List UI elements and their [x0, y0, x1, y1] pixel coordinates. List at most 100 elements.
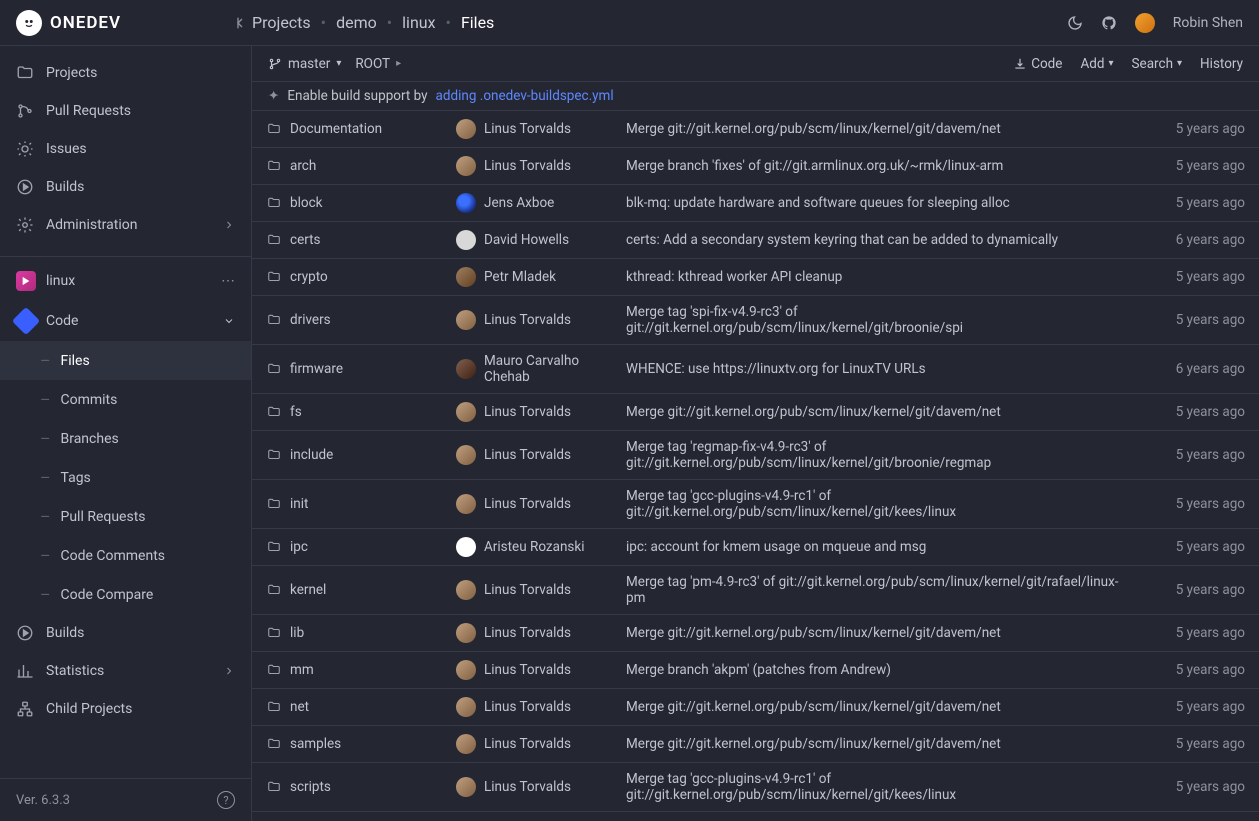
commit-message-link[interactable]: Merge git://git.kernel.org/pub/scm/linux… — [626, 625, 1001, 641]
sidebar-item-pull-requests[interactable]: Pull Requests — [0, 92, 251, 130]
table-row: drivers Linus Torvalds Merge tag 'spi-fi… — [252, 296, 1259, 345]
sidebar-toggle-icon[interactable] — [228, 11, 252, 35]
commit-message-link[interactable]: Merge tag 'gcc-plugins-v4.9-rc1' of git:… — [626, 488, 956, 520]
gear-icon — [16, 216, 34, 234]
author-link[interactable]: Linus Torvalds — [456, 119, 598, 139]
commit-time: 5 years ago — [1149, 566, 1259, 615]
user-avatar[interactable] — [1135, 13, 1155, 33]
sidebar-item-code-comments[interactable]: – Code Comments — [0, 536, 251, 575]
github-icon[interactable] — [1101, 15, 1117, 31]
sidebar-item-builds[interactable]: Builds — [0, 168, 251, 206]
folder-link[interactable]: fs — [266, 404, 428, 420]
brand-text[interactable]: ONEDEV — [50, 13, 121, 33]
commit-message-link[interactable]: Merge tag 'pm-4.9-rc3' of git://git.kern… — [626, 574, 1119, 606]
commit-message-link[interactable]: blk-mq: update hardware and software que… — [626, 195, 1010, 211]
history-button[interactable]: History — [1200, 56, 1243, 72]
author-link[interactable]: Jens Axboe — [456, 193, 598, 213]
sidebar-item-commits[interactable]: – Commits — [0, 380, 251, 419]
sidebar-project-header[interactable]: linux ⋯ — [0, 261, 251, 301]
commit-message-link[interactable]: Merge tag 'gcc-plugins-v4.9-rc1' of git:… — [626, 771, 956, 803]
commit-message-link[interactable]: kthread: kthread worker API cleanup — [626, 269, 842, 285]
sidebar-item-issues[interactable]: Issues — [0, 130, 251, 168]
author-link[interactable]: Linus Torvalds — [456, 697, 598, 717]
folder-link[interactable]: mm — [266, 662, 428, 678]
author-link[interactable]: Linus Torvalds — [456, 580, 598, 600]
topbar: ONEDEV Projects • demo • linux • Files R… — [0, 0, 1259, 46]
author-link[interactable]: Linus Torvalds — [456, 777, 598, 797]
sidebar-code-header[interactable]: Code — [0, 301, 251, 341]
author-link[interactable]: Linus Torvalds — [456, 445, 598, 465]
download-icon — [1013, 57, 1027, 71]
sidebar-item-builds[interactable]: Builds — [0, 614, 251, 652]
help-icon[interactable]: ? — [217, 791, 235, 809]
commit-message-link[interactable]: Merge git://git.kernel.org/pub/scm/linux… — [626, 404, 1001, 420]
folder-icon — [266, 700, 282, 714]
avatar — [456, 193, 476, 213]
brand-logo[interactable] — [16, 10, 42, 36]
author-link[interactable]: Linus Torvalds — [456, 402, 598, 422]
folder-link[interactable]: drivers — [266, 312, 428, 328]
add-buildspec-link[interactable]: adding .onedev-buildspec.yml — [436, 88, 614, 104]
folder-link[interactable]: kernel — [266, 582, 428, 598]
commit-message-link[interactable]: Merge git://git.kernel.org/pub/scm/linux… — [626, 121, 1001, 137]
commit-message-link[interactable]: Merge branch 'akpm' (patches from Andrew… — [626, 662, 891, 678]
sidebar-item-files[interactable]: – Files — [0, 341, 251, 380]
author-link[interactable]: Linus Torvalds — [456, 310, 598, 330]
breadcrumb-linux[interactable]: linux — [402, 13, 435, 32]
chevron-down-icon: ▾ — [1109, 58, 1114, 69]
commit-message-link[interactable]: Merge tag 'spi-fix-v4.9-rc3' of git://gi… — [626, 304, 963, 336]
project-more-icon[interactable]: ⋯ — [221, 273, 235, 289]
avatar — [456, 445, 476, 465]
path-root[interactable]: ROOT ▸ — [355, 56, 401, 72]
folder-link[interactable]: certs — [266, 232, 428, 248]
folder-link[interactable]: lib — [266, 625, 428, 641]
theme-toggle-icon[interactable] — [1067, 15, 1083, 31]
author-link[interactable]: Linus Torvalds — [456, 734, 598, 754]
spark-icon: ✦ — [268, 88, 279, 104]
commit-message-link[interactable]: WHENCE: use https://linuxtv.org for Linu… — [626, 361, 926, 377]
folder-link[interactable]: firmware — [266, 361, 428, 377]
author-link[interactable]: Mauro Carvalho Chehab — [456, 353, 598, 385]
folder-link[interactable]: block — [266, 195, 428, 211]
folder-link[interactable]: crypto — [266, 269, 428, 285]
folder-link[interactable]: Documentation — [266, 121, 428, 137]
breadcrumb-projects[interactable]: Projects — [252, 13, 311, 32]
author-link[interactable]: Linus Torvalds — [456, 623, 598, 643]
folder-link[interactable]: arch — [266, 158, 428, 174]
folder-link[interactable]: init — [266, 496, 428, 512]
folder-link[interactable]: samples — [266, 736, 428, 752]
commit-message-link[interactable]: Merge branch 'fixes' of git://git.armlin… — [626, 158, 1003, 174]
commit-message-link[interactable]: certs: Add a secondary system keyring th… — [626, 232, 1058, 248]
folder-link[interactable]: ipc — [266, 539, 428, 555]
folder-icon — [266, 663, 282, 677]
add-button[interactable]: Add ▾ — [1080, 56, 1113, 72]
breadcrumb-demo[interactable]: demo — [336, 13, 377, 32]
author-link[interactable]: Linus Torvalds — [456, 660, 598, 680]
sidebar-item-code-compare[interactable]: – Code Compare — [0, 575, 251, 614]
user-name[interactable]: Robin Shen — [1173, 15, 1243, 31]
main: master ▾ ROOT ▸ Code Add ▾ Search ▾ — [252, 46, 1259, 821]
author-link[interactable]: Linus Torvalds — [456, 494, 598, 514]
sidebar-item-statistics[interactable]: Statistics — [0, 652, 251, 690]
folder-link[interactable]: scripts — [266, 779, 428, 795]
commit-message-link[interactable]: ipc: account for kmem usage on mqueue an… — [626, 539, 926, 555]
author-link[interactable]: Linus Torvalds — [456, 156, 598, 176]
commit-message-link[interactable]: Merge git://git.kernel.org/pub/scm/linux… — [626, 736, 1001, 752]
sidebar-item-administration[interactable]: Administration — [0, 206, 251, 244]
branch-selector[interactable]: master ▾ — [268, 56, 341, 72]
sidebar-item-branches[interactable]: – Branches — [0, 419, 251, 458]
search-button[interactable]: Search ▾ — [1132, 56, 1183, 72]
sidebar-item-child-projects[interactable]: Child Projects — [0, 690, 251, 728]
commit-message-link[interactable]: Merge git://git.kernel.org/pub/scm/linux… — [626, 699, 1001, 715]
avatar — [456, 580, 476, 600]
sidebar-item-pull-requests[interactable]: – Pull Requests — [0, 497, 251, 536]
sidebar-item-tags[interactable]: – Tags — [0, 458, 251, 497]
download-code-button[interactable]: Code — [1013, 56, 1062, 72]
sidebar-item-projects[interactable]: Projects — [0, 54, 251, 92]
folder-link[interactable]: include — [266, 447, 428, 463]
author-link[interactable]: David Howells — [456, 230, 598, 250]
commit-message-link[interactable]: Merge tag 'regmap-fix-v4.9-rc3' of git:/… — [626, 439, 991, 471]
folder-link[interactable]: net — [266, 699, 428, 715]
author-link[interactable]: Aristeu Rozanski — [456, 537, 598, 557]
author-link[interactable]: Petr Mladek — [456, 267, 598, 287]
